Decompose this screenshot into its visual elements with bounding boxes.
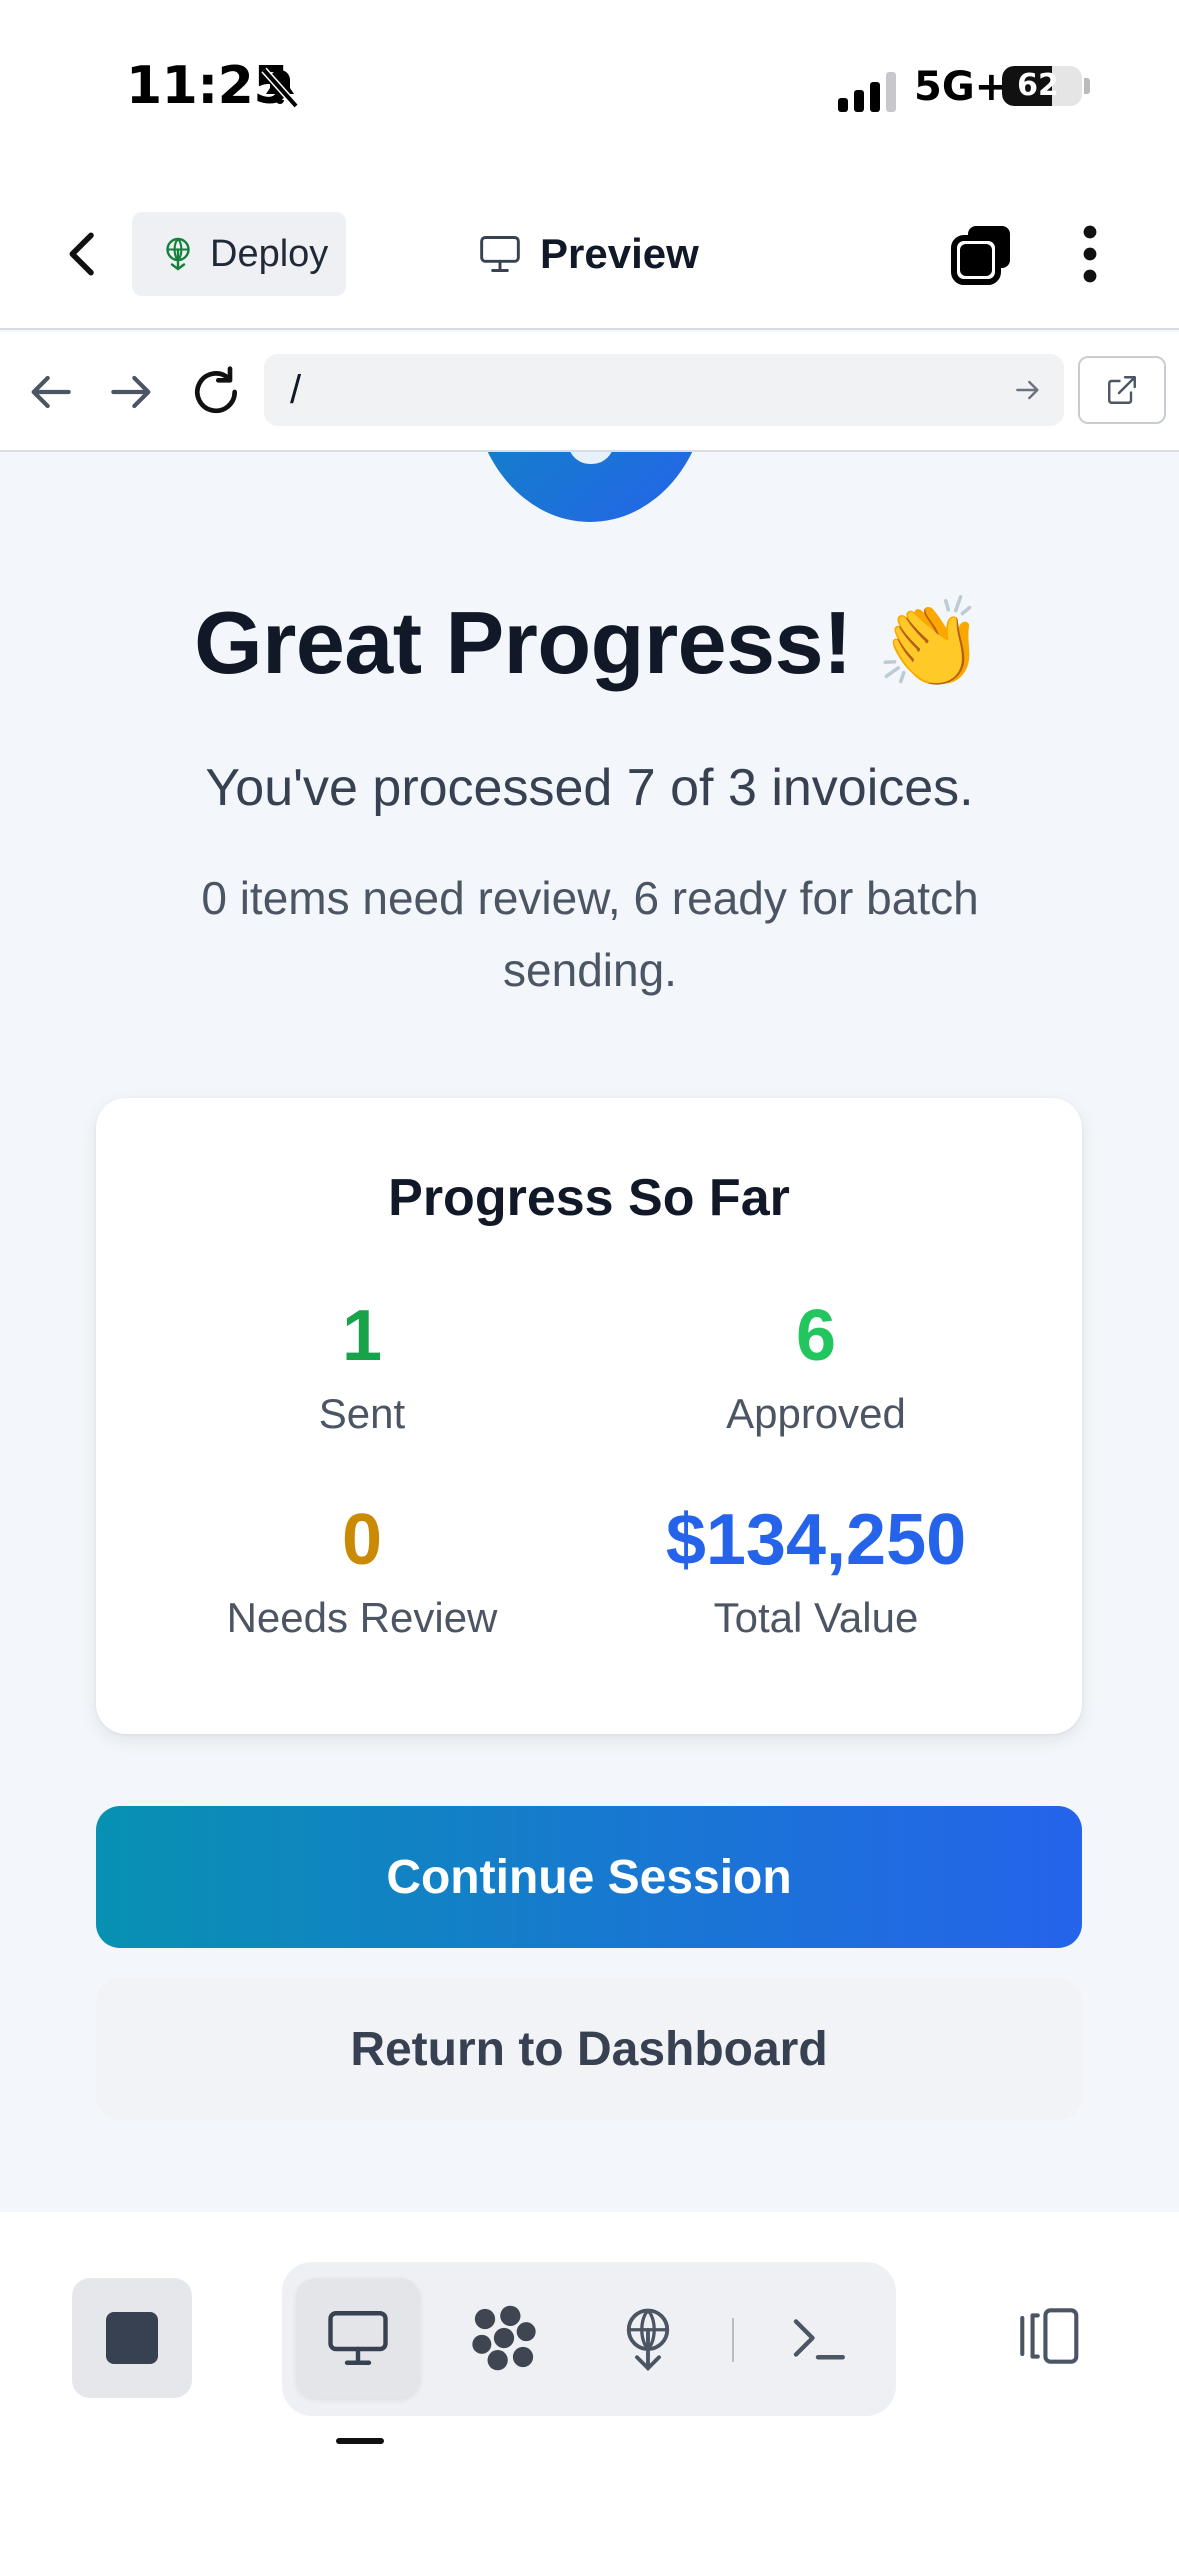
arrow-left-icon[interactable] xyxy=(22,364,78,420)
stat-value: 0 xyxy=(341,1500,383,1580)
stat-value: 1 xyxy=(341,1296,383,1376)
continue-session-button[interactable]: Continue Session xyxy=(96,1806,1082,1948)
deploy-antenna-icon xyxy=(626,2308,670,2371)
preview-view-button[interactable] xyxy=(296,2278,420,2398)
active-view-indicator xyxy=(336,2438,384,2444)
deploy-view-button[interactable] xyxy=(586,2278,710,2398)
toolbar-divider xyxy=(732,2318,734,2362)
stop-icon xyxy=(106,2312,158,2364)
app-header: Deploy Preview xyxy=(0,176,1179,330)
back-button[interactable] xyxy=(56,224,112,284)
bottom-toolbar xyxy=(0,2212,1179,2556)
terminal-icon xyxy=(793,2319,845,2360)
stat-needs-review: 0 Needs Review xyxy=(152,1498,572,1646)
stat-value: $134,250 xyxy=(665,1500,967,1580)
progress-card: Progress So Far 1 Sent 6 Approved 0 Need… xyxy=(96,1098,1082,1734)
code-view-button[interactable] xyxy=(442,2278,566,2398)
bell-slash-icon xyxy=(261,67,299,109)
return-to-dashboard-button[interactable]: Return to Dashboard xyxy=(96,1978,1082,2120)
hero-badge-icon xyxy=(472,452,708,522)
battery-icon: 62 xyxy=(1002,66,1082,106)
deploy-label: Deploy xyxy=(210,232,329,275)
console-view-button[interactable] xyxy=(756,2278,880,2398)
stat-label: Total Value xyxy=(713,1594,919,1641)
url-text: / xyxy=(290,367,302,412)
stat-label: Sent xyxy=(318,1390,406,1437)
preview-content: Great Progress! 👏 You've processed 7 of … xyxy=(0,452,1179,2212)
go-arrow-icon[interactable] xyxy=(1012,374,1044,406)
view-switcher xyxy=(282,2262,896,2416)
tabs-icon[interactable] xyxy=(950,222,1014,286)
battery-cap xyxy=(1084,78,1090,94)
stat-value: 6 xyxy=(795,1296,837,1376)
more-vertical-icon[interactable] xyxy=(1070,222,1110,286)
progress-summary: You've processed 7 of 3 invoices. xyxy=(205,759,974,817)
deploy-button[interactable]: Deploy xyxy=(132,212,346,296)
stop-button[interactable] xyxy=(72,2278,192,2398)
page-title: Great Progress! 👏 xyxy=(194,593,985,692)
browser-bar: / xyxy=(0,332,1179,452)
stat-approved: 6 Approved xyxy=(606,1294,1026,1442)
layout-toggle-icon xyxy=(1020,2308,1079,2364)
layout-toggle-button[interactable] xyxy=(1008,2286,1088,2386)
reload-icon[interactable] xyxy=(188,364,244,420)
stat-total-value: $134,250 Total Value xyxy=(606,1498,1026,1646)
external-link-icon xyxy=(1108,376,1136,404)
monitor-icon xyxy=(480,236,520,272)
arrow-right-icon[interactable] xyxy=(104,364,160,420)
monitor-icon xyxy=(328,2311,388,2365)
network-type: 5G+ xyxy=(914,64,1009,110)
battery-level: 62 xyxy=(1017,68,1059,103)
preview-label: Preview xyxy=(540,230,699,277)
deploy-antenna-icon xyxy=(166,237,190,271)
stat-label: Needs Review xyxy=(226,1594,498,1641)
card-title: Progress So Far xyxy=(388,1169,790,1227)
open-external-button[interactable] xyxy=(1078,356,1166,424)
stat-sent: 1 Sent xyxy=(152,1294,572,1442)
blocks-icon xyxy=(472,2305,536,2371)
preview-tab[interactable]: Preview xyxy=(478,222,699,286)
url-input[interactable]: / xyxy=(264,354,1064,426)
status-bar: 11:25 5G+ 62 xyxy=(0,0,1179,176)
app-screen: 11:25 5G+ 62 Deploy Preview / Great Prog… xyxy=(0,0,1179,2556)
review-summary: 0 items need review, 6 ready for batch s… xyxy=(201,872,979,996)
signal-icon xyxy=(838,72,896,112)
stat-label: Approved xyxy=(726,1390,906,1437)
